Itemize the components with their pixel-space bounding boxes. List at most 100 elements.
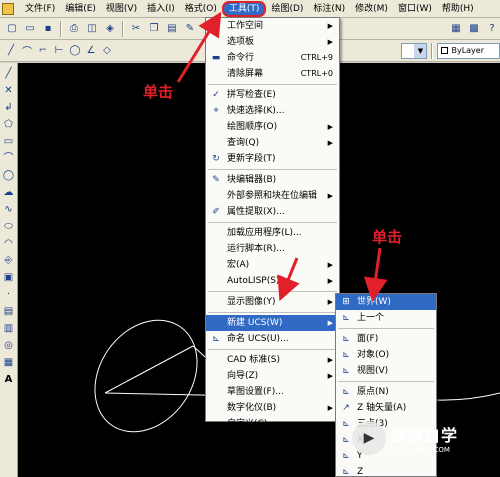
revcloud-icon[interactable]: ☁ [2, 186, 16, 200]
world-ucs-icon: ⊞ [342, 297, 350, 307]
menu-file[interactable]: 文件(F) [20, 1, 60, 17]
z-rotate-icon: ⊾ [342, 467, 350, 477]
calculator-icon[interactable]: ▩ [466, 21, 482, 37]
menu-item-update-fields[interactable]: ↻ 更新字段(T) [206, 151, 339, 167]
menu-item-named-ucs[interactable]: ⊾ 命名 UCS(U)... [206, 331, 339, 347]
multiline-text-icon[interactable]: A [2, 373, 16, 387]
submenu-arrow-icon: ▶ [327, 319, 333, 327]
save-icon[interactable]: ▪ [40, 21, 56, 37]
paste-icon[interactable]: ▤ [164, 21, 180, 37]
help-icon[interactable]: ? [484, 21, 500, 37]
menu-item-workspace[interactable]: 工作空间 ▶ [206, 18, 339, 34]
new-icon[interactable]: ▢ [4, 21, 20, 37]
drawn-curve [435, 392, 500, 401]
menu-edit[interactable]: 编辑(E) [60, 1, 101, 17]
polygon-icon[interactable]: ⬠ [2, 118, 16, 132]
submenu-item-previous[interactable]: ⊾ 上一个 [336, 310, 436, 326]
construction-line-icon[interactable]: ✕ [2, 84, 16, 98]
menu-separator [208, 291, 337, 292]
toolbar-separator [60, 20, 62, 37]
gradient-icon[interactable]: ▥ [2, 322, 16, 336]
submenu-item-world[interactable]: ⊞ 世界(W) [336, 294, 436, 310]
y-rotate-icon: ⊾ [342, 451, 350, 461]
menu-item-display-image[interactable]: 显示图像(Y) ▶ [206, 294, 339, 310]
point-icon[interactable]: · [2, 288, 16, 302]
polyline-icon[interactable]: ↲ [2, 101, 16, 115]
menu-item-attribute-extract[interactable]: ✐ 属性提取(X)... [206, 204, 339, 220]
block-tool-icon[interactable]: ◇ [100, 43, 114, 59]
circle-icon[interactable]: ◯ [2, 169, 16, 183]
copy-icon[interactable]: ❐ [146, 21, 162, 37]
tools-menu: 工作空间 ▶ 选项板 ▶ ▬ 命令行 CTRL+9 清除屏幕 CTRL+0 ✓ 拼写检查(E… [205, 17, 340, 445]
menu-item-spell-check[interactable]: ✓ 拼写检查(E) [206, 87, 339, 103]
print-icon[interactable]: ⎙ [66, 21, 82, 37]
circle-tool-icon[interactable]: ◯ [68, 43, 82, 59]
line-tool-icon[interactable]: ╱ [4, 43, 18, 59]
command-line-icon: ▬ [211, 53, 221, 63]
make-block-icon[interactable]: ▣ [2, 271, 16, 285]
region-icon[interactable]: ◎ [2, 339, 16, 353]
menu-item-inquiry[interactable]: 查询(Q) ▶ [206, 135, 339, 151]
submenu-arrow-icon: ▶ [327, 404, 333, 412]
menu-separator [208, 169, 337, 170]
menu-item-block-editor[interactable]: ✎ 块编辑器(B) [206, 172, 339, 188]
menu-item-customize[interactable]: 自定义(C) ▶ [206, 416, 339, 432]
submenu-arrow-icon: ▶ [327, 123, 333, 131]
arc-tool-icon[interactable]: ⌒ [20, 43, 34, 59]
publish-icon[interactable]: ◈ [102, 21, 118, 37]
layer-dropdown[interactable]: ▼ [401, 42, 428, 59]
menu-item-cad-standards[interactable]: CAD 标准(S) ▶ [206, 352, 339, 368]
open-icon[interactable]: ▭ [22, 21, 38, 37]
menu-item-wizards[interactable]: 向导(Z) ▶ [206, 368, 339, 384]
match-properties-icon[interactable]: ✎ [182, 21, 198, 37]
submenu-item-view[interactable]: ⊾ 视图(V) [336, 363, 436, 379]
arc-icon[interactable]: ⌒ [2, 152, 16, 166]
dimension-tool-icon[interactable]: ⊢ [52, 43, 66, 59]
polyline-tool-icon[interactable]: ⌐ [36, 43, 50, 59]
menu-help[interactable]: 帮助(H) [437, 1, 479, 17]
menu-dimension[interactable]: 标注(N) [308, 1, 350, 17]
line-icon[interactable]: ╱ [2, 67, 16, 81]
submenu-item-origin[interactable]: ⊾ 原点(N) [336, 384, 436, 400]
menu-insert[interactable]: 插入(I) [142, 1, 180, 17]
previous-ucs-icon: ⊾ [342, 313, 350, 323]
menu-format[interactable]: 格式(O) [180, 1, 222, 17]
linetype-value: ByLayer [451, 46, 484, 55]
menu-item-command-line[interactable]: ▬ 命令行 CTRL+9 [206, 50, 339, 66]
menu-tools[interactable]: 工具(T) [221, 0, 267, 17]
preview-icon[interactable]: ◫ [84, 21, 100, 37]
menu-item-macro[interactable]: 宏(A) ▶ [206, 257, 339, 273]
ellipse-icon[interactable]: ⬭ [2, 220, 16, 234]
menu-item-tablet[interactable]: 数字化仪(B) ▶ [206, 400, 339, 416]
cut-icon[interactable]: ✂ [128, 21, 144, 37]
layer-props-icon[interactable]: ▦ [448, 21, 464, 37]
menu-item-draw-order[interactable]: 绘图顺序(O) ▶ [206, 119, 339, 135]
menu-separator [208, 84, 337, 85]
rectangle-icon[interactable]: ▭ [2, 135, 16, 149]
menu-item-options[interactable]: 选项(N)... [206, 432, 339, 448]
menu-modify[interactable]: 修改(M) [350, 1, 393, 17]
submenu-item-face[interactable]: ⊾ 面(F) [336, 331, 436, 347]
menu-item-palettes[interactable]: 选项板 ▶ [206, 34, 339, 50]
face-ucs-icon: ⊾ [342, 334, 350, 344]
table-icon[interactable]: ▦ [2, 356, 16, 370]
menu-item-quick-select[interactable]: ⌖ 快速选择(K)... [206, 103, 339, 119]
menu-item-new-ucs[interactable]: 新建 UCS(W) ▶ [206, 315, 339, 331]
insert-block-icon[interactable]: ⎆ [2, 254, 16, 268]
menu-item-run-script[interactable]: 运行脚本(R)... [206, 241, 339, 257]
angle-tool-icon[interactable]: ∠ [84, 43, 98, 59]
menu-item-drafting-settings[interactable]: 草图设置(F)... [206, 384, 339, 400]
menu-item-clean-screen[interactable]: 清除屏幕 CTRL+0 [206, 66, 339, 82]
spline-icon[interactable]: ∿ [2, 203, 16, 217]
submenu-item-object[interactable]: ⊾ 对象(O) [336, 347, 436, 363]
menu-view[interactable]: 视图(V) [101, 1, 142, 17]
submenu-arrow-icon: ▶ [327, 139, 333, 147]
menu-window[interactable]: 窗口(W) [393, 1, 437, 17]
menu-draw[interactable]: 绘图(D) [266, 1, 308, 17]
menu-item-xref-edit[interactable]: 外部参照和块在位编辑 ▶ [206, 188, 339, 204]
linetype-dropdown[interactable]: ByLayer [437, 42, 500, 59]
menu-item-autolisp[interactable]: AutoLISP(S) ▶ [206, 273, 339, 289]
menu-item-load-application[interactable]: 加载应用程序(L)... [206, 225, 339, 241]
ellipse-arc-icon[interactable]: ◠ [2, 237, 16, 251]
hatch-icon[interactable]: ▤ [2, 305, 16, 319]
